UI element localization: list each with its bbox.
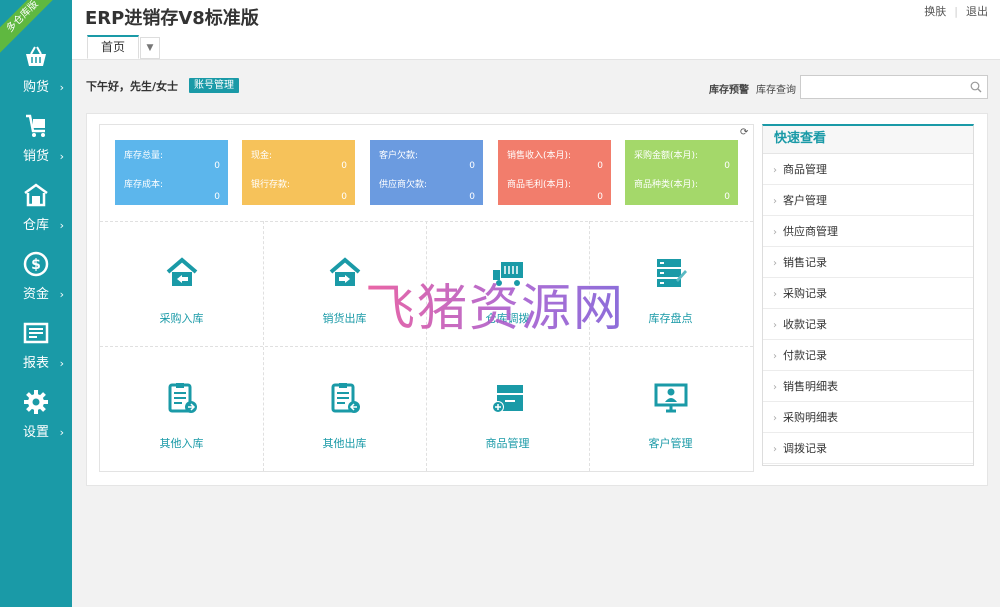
tile-transfer[interactable]: 仓库调拨: [426, 222, 589, 347]
chevron-right-icon: ›: [59, 357, 64, 370]
stat-value: 0: [469, 192, 475, 202]
stat-label: 库存成本:: [124, 180, 164, 190]
quick-view-item[interactable]: 调拨记录: [763, 433, 973, 464]
skin-link[interactable]: 换肤: [924, 5, 946, 18]
search-icon[interactable]: [970, 81, 982, 93]
logout-link[interactable]: 退出: [966, 5, 988, 18]
tile-customer-management[interactable]: 客户管理: [589, 347, 752, 472]
stat-label: 现金:: [251, 151, 273, 161]
stock-search: [800, 75, 988, 99]
tile-sales-out[interactable]: 销货出库: [263, 222, 426, 347]
quick-view-item[interactable]: 销售明细表: [763, 371, 973, 402]
ribbon-text: 多仓库版: [4, 0, 41, 35]
header: ERP进销存V8标准版 换肤 | 退出 首页 ▼: [72, 0, 1000, 60]
stat-value: 0: [214, 161, 220, 171]
truck-icon: [493, 262, 523, 286]
quick-view-panel: 快速查看 商品管理 客户管理 供应商管理 销售记录 采购记录 收款记录 付款记录…: [762, 124, 974, 466]
stat-value: 0: [724, 192, 730, 202]
stat-value: 0: [341, 192, 347, 202]
chevron-right-icon: ›: [59, 219, 64, 232]
quick-view-item[interactable]: 采购明细表: [763, 402, 973, 433]
quick-view-item[interactable]: 供应商管理: [763, 216, 973, 247]
quick-view-item[interactable]: 收款记录: [763, 309, 973, 340]
customer-icon: [654, 383, 688, 413]
svg-text:$: $: [31, 257, 41, 273]
chevron-right-icon: ›: [59, 81, 64, 94]
basket-icon: [26, 46, 46, 66]
refresh-icon[interactable]: ⟳: [740, 127, 748, 138]
report-icon: [23, 322, 49, 344]
stat-value: 0: [597, 161, 603, 171]
divider: |: [954, 5, 958, 18]
tile-label: 库存盘点: [648, 312, 693, 325]
tab-home[interactable]: 首页: [87, 35, 139, 59]
tile-label: 商品管理: [485, 437, 530, 450]
sidebar: 多仓库版 购货 › 销货 › 仓库 › $ 资金 › 报表 › 设置 ›: [0, 0, 72, 607]
tab-dropdown-button[interactable]: ▼: [140, 37, 160, 59]
tile-label: 客户管理: [648, 437, 693, 450]
tile-label: 销货出库: [322, 312, 367, 325]
account-management-button[interactable]: 账号管理: [189, 78, 239, 93]
tile-label: 其他出库: [322, 437, 367, 450]
tile-label: 其他入库: [159, 437, 204, 450]
tile-label: 仓库调拨: [485, 312, 530, 325]
tile-purchase-in[interactable]: 采购入库: [100, 222, 263, 347]
greeting-text: 下午好，先生/女士: [86, 80, 179, 93]
app-title: ERP进销存V8标准版: [85, 8, 259, 29]
sales-out-icon: [329, 257, 361, 286]
stat-label: 商品种类(本月):: [634, 180, 699, 190]
inventory-check-icon: [657, 259, 687, 287]
quick-view-item[interactable]: 销售记录: [763, 247, 973, 278]
sidebar-item-warehouse[interactable]: 仓库 ›: [0, 182, 72, 242]
sidebar-item-settings[interactable]: 设置 ›: [0, 389, 72, 449]
caret-down-icon: ▼: [146, 43, 154, 53]
stat-card-sales: 销售收入(本月): 0 商品毛利(本月): 0: [498, 140, 611, 205]
stat-card-purchases: 采购金额(本月): 0 商品种类(本月): 0: [625, 140, 738, 205]
sidebar-item-funds[interactable]: $ 资金 ›: [0, 251, 72, 311]
tile-other-in[interactable]: 其他入库: [100, 347, 263, 472]
other-in-icon: [168, 383, 197, 413]
chevron-right-icon: ›: [59, 150, 64, 163]
top-links: 换肤 | 退出: [924, 3, 988, 19]
stat-value: 0: [597, 192, 603, 202]
stat-card-debts: 客户欠款: 0 供应商欠款: 0: [370, 140, 483, 205]
stock-query-label: 库存查询: [756, 85, 796, 96]
tile-label: 采购入库: [159, 312, 204, 325]
gear-icon: [24, 390, 48, 414]
warehouse-icon: [24, 183, 48, 207]
product-icon: [492, 385, 523, 413]
stat-card-cash: 现金: 0 银行存款: 0: [242, 140, 355, 205]
stat-value: 0: [469, 161, 475, 171]
stat-value: 0: [341, 161, 347, 171]
tile-inventory-check[interactable]: 库存盘点: [589, 222, 752, 347]
stat-label: 销售收入(本月):: [507, 151, 572, 161]
tile-product-management[interactable]: 商品管理: [426, 347, 589, 472]
purchase-in-icon: [166, 257, 198, 286]
dollar-icon: $: [23, 251, 49, 277]
quick-view-title: 快速查看: [763, 126, 973, 154]
stat-label: 客户欠款:: [379, 151, 419, 161]
stat-label: 库存总量:: [124, 151, 164, 161]
sidebar-item-sales[interactable]: 销货 ›: [0, 113, 72, 173]
chevron-right-icon: ›: [59, 426, 64, 439]
stat-value: 0: [724, 161, 730, 171]
chevron-right-icon: ›: [59, 288, 64, 301]
sidebar-item-purchase[interactable]: 购货 ›: [0, 44, 72, 104]
quick-view-item[interactable]: 商品管理: [763, 154, 973, 185]
stat-label: 采购金额(本月):: [634, 151, 699, 161]
tile-other-out[interactable]: 其他出库: [263, 347, 426, 472]
stat-value: 0: [214, 192, 220, 202]
quick-view-item[interactable]: 付款记录: [763, 340, 973, 371]
stock-warning-link[interactable]: 库存预警: [709, 81, 749, 96]
stat-card-inventory: 库存总量: 0 库存成本: 0: [115, 140, 228, 205]
stat-label: 供应商欠款:: [379, 180, 428, 190]
stat-label: 商品毛利(本月):: [507, 180, 572, 190]
cart-icon: [26, 114, 45, 137]
stat-label: 银行存款:: [251, 180, 291, 190]
other-out-icon: [331, 383, 360, 413]
stock-search-input[interactable]: [801, 76, 961, 98]
quick-view-item[interactable]: 采购记录: [763, 278, 973, 309]
quick-view-item[interactable]: 客户管理: [763, 185, 973, 216]
sidebar-item-reports[interactable]: 报表 ›: [0, 320, 72, 380]
